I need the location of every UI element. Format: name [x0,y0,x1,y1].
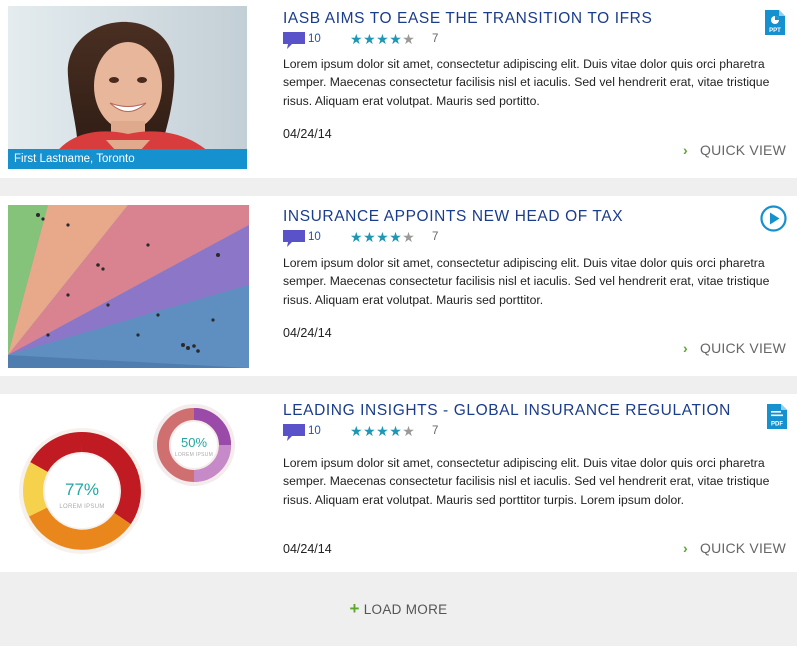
rating-count: 7 [432,425,439,437]
star-icon: ★ [402,229,416,245]
chevron-right-icon: › [683,540,688,556]
comment-icon[interactable] [283,424,305,441]
star-icon: ★ [402,423,416,439]
star-icon: ★ [402,31,416,47]
quick-view-label: QUICK VIEW [700,540,787,556]
star-icon: ★ [376,423,390,439]
star-icon: ★ [389,31,403,47]
article-meta: 10 ★★★★★ 7 [283,30,483,49]
star-icon: ★ [363,229,377,245]
article-card: 77% LOREM IPSUM 50% LOREM IPSUM LEADING … [0,394,797,572]
comment-icon[interactable] [283,32,305,49]
article-meta: 10 ★★★★★ 7 [283,228,483,247]
quick-view-label: QUICK VIEW [700,142,787,158]
chevron-right-icon: › [683,142,688,158]
article-excerpt: Lorem ipsum dolor sit amet, consectetur … [283,456,770,507]
star-icon: ★ [376,229,390,245]
plus-icon: + [349,599,360,618]
pdf-icon-label: PDF [771,422,783,428]
star-icon: ★ [363,423,377,439]
video-play-icon[interactable] [760,205,787,232]
star-rating[interactable]: ★★★★★ [350,229,415,246]
comment-icon[interactable] [283,230,305,247]
quick-view-link[interactable]: › QUICK VIEW [683,142,786,158]
article-date: 04/24/14 [283,326,332,340]
article-title[interactable]: LEADING INSIGHTS - GLOBAL INSURANCE REGU… [283,402,731,420]
article-thumbnail[interactable]: First Lastname, Toronto [8,6,247,169]
donut-sublabel-small: LOREM IPSUM [174,452,214,458]
ppt-icon-label: PPT [769,28,781,34]
star-icon: ★ [363,31,377,47]
thumbnail-caption: First Lastname, Toronto [8,149,247,169]
comment-count: 10 [308,231,321,243]
star-icon: ★ [350,423,364,439]
star-icon: ★ [350,31,364,47]
quick-view-link[interactable]: › QUICK VIEW [683,340,786,356]
load-more-label: LOAD MORE [363,602,448,617]
rating-count: 7 [432,231,439,243]
article-title[interactable]: IASB AIMS TO EASE THE TRANSITION TO IFRS [283,10,652,28]
star-icon: ★ [376,31,390,47]
star-icon: ★ [389,423,403,439]
ppt-icon[interactable]: PPT [765,10,785,35]
donut-sublabel-large: LOREM IPSUM [59,504,105,510]
article-date: 04/24/14 [283,127,332,141]
rating-count: 7 [432,33,439,45]
donut-percent-large: 77% [64,480,100,499]
star-rating[interactable]: ★★★★★ [350,423,415,440]
star-rating[interactable]: ★★★★★ [350,31,415,48]
article-meta: 10 ★★★★★ 7 [283,422,483,441]
comment-count: 10 [308,33,321,45]
article-excerpt: Lorem ipsum dolor sit amet, consectetur … [283,256,770,307]
aerial-crowd-image [8,205,249,368]
star-icon: ★ [389,229,403,245]
article-card: First Lastname, Toronto IASB AIMS TO EAS… [0,0,797,178]
quick-view-link[interactable]: › QUICK VIEW [683,540,786,556]
load-more-button[interactable]: + LOAD MORE [0,599,797,619]
article-thumbnail[interactable]: 77% LOREM IPSUM 50% LOREM IPSUM [8,394,253,566]
star-icon: ★ [350,229,364,245]
article-thumbnail[interactable] [8,205,249,368]
portrait-image [8,6,247,169]
quick-view-label: QUICK VIEW [700,340,787,356]
article-title[interactable]: INSURANCE APPOINTS NEW HEAD OF TAX [283,208,623,226]
pdf-icon[interactable]: PDF [767,404,787,429]
article-excerpt: Lorem ipsum dolor sit amet, consectetur … [283,57,770,108]
article-date: 04/24/14 [283,542,332,556]
comment-count: 10 [308,425,321,437]
chevron-right-icon: › [683,340,688,356]
donut-charts-image [19,404,235,554]
donut-percent-small: 50% [180,435,208,450]
article-card: INSURANCE APPOINTS NEW HEAD OF TAX 10 ★★… [0,196,797,376]
